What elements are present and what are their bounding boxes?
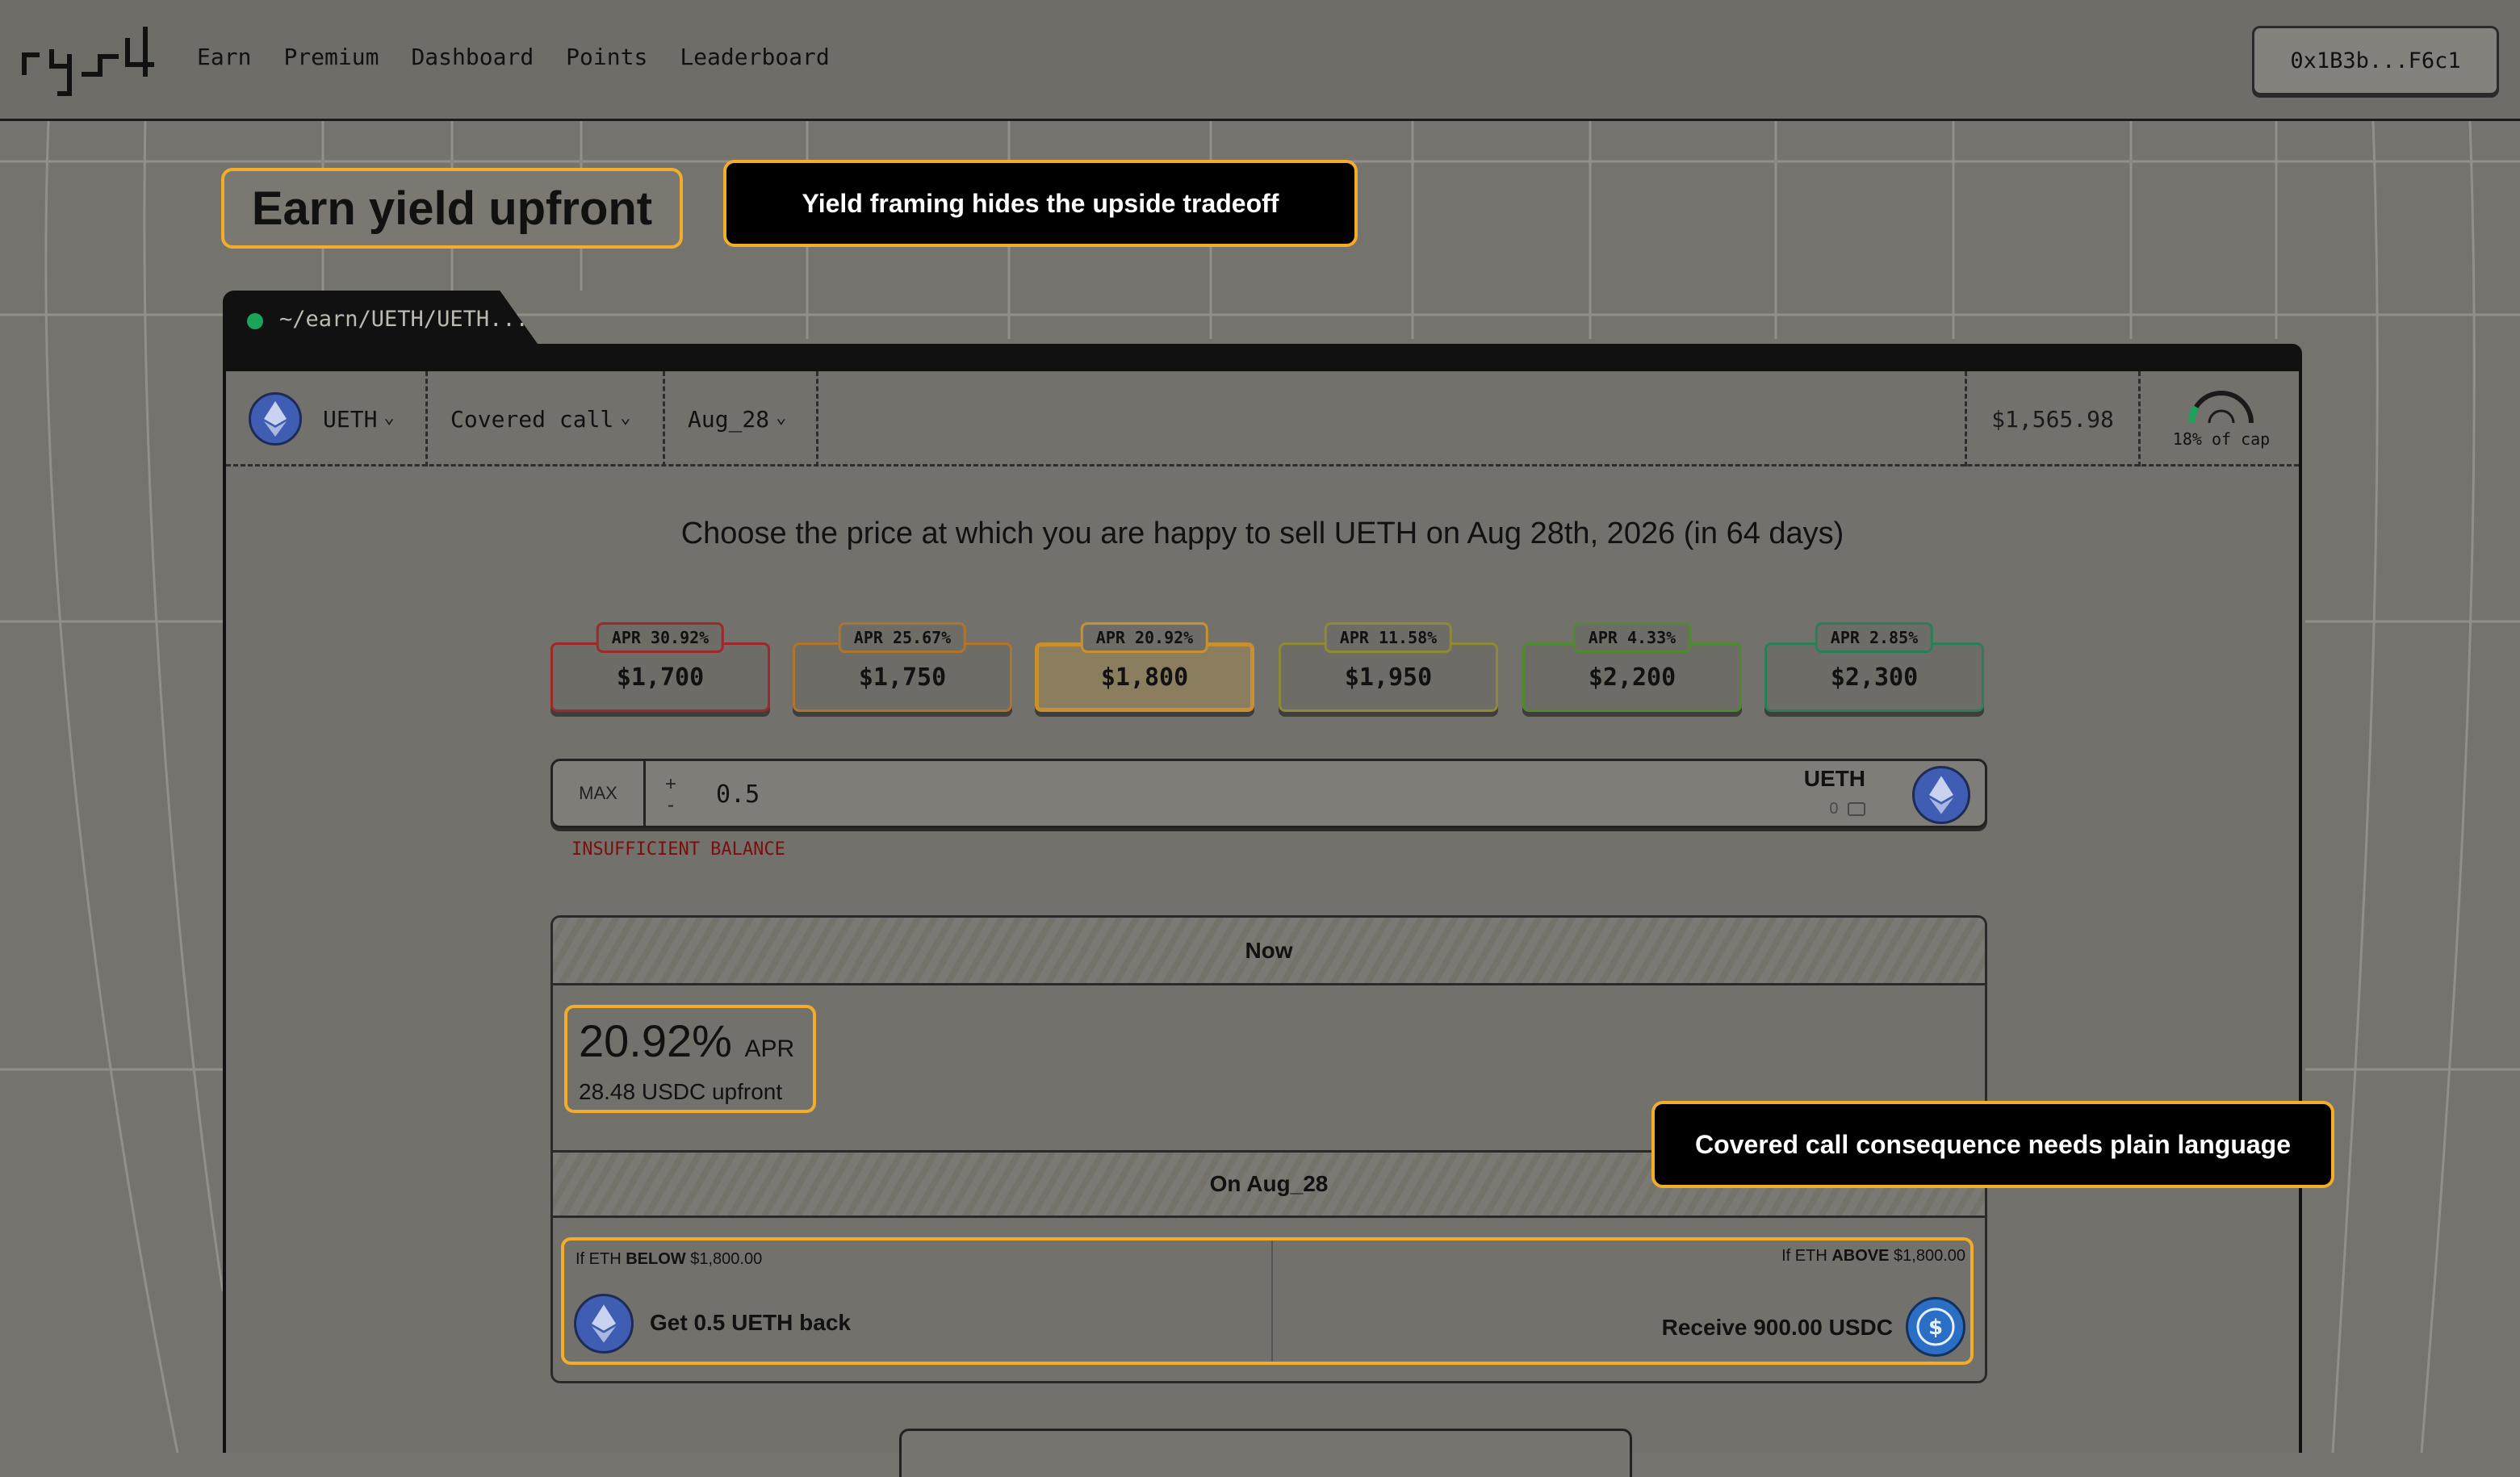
wallet-icon bbox=[1848, 802, 1865, 817]
amount-stepper: + - bbox=[661, 774, 680, 816]
strike-price: $2,300 bbox=[1830, 663, 1919, 692]
apr-highlight: 20.92% APR 28.48 USDC upfront bbox=[564, 1005, 816, 1113]
apr-tag: APR 25.67% bbox=[838, 622, 967, 653]
status-dot bbox=[247, 313, 263, 329]
apr-tag: APR 20.92% bbox=[1080, 622, 1209, 653]
annotation-yield-framing: Yield framing hides the upside tradeoff bbox=[723, 160, 1358, 247]
panel-tab[interactable]: ~/earn/UETH/UETH... bbox=[223, 291, 538, 344]
strategy-label: Covered call bbox=[450, 405, 614, 433]
earn-panel: UETH ⌄ Covered call ⌄ Aug_28 ⌄ $1,565.98… bbox=[223, 371, 2302, 1477]
amount-token: UETH bbox=[1803, 766, 1865, 791]
capacity-gauge: 18% of cap bbox=[2141, 371, 2302, 467]
strike-options: APR 30.92% $1,700 APR 25.67% $1,750 APR … bbox=[550, 622, 1987, 720]
strike-price: $1,950 bbox=[1344, 663, 1433, 692]
asset-selector[interactable]: UETH ⌄ bbox=[226, 371, 428, 467]
above-condition: If ETH ABOVE $1,800.00 bbox=[1781, 1247, 1965, 1265]
apr-tag: APR 30.92% bbox=[596, 622, 725, 653]
nav-link-earn[interactable]: Earn bbox=[197, 44, 251, 70]
apr-value: 20.92% APR bbox=[579, 1015, 795, 1066]
amount-field[interactable] bbox=[714, 776, 1686, 813]
usdc-icon: $ bbox=[1906, 1297, 1965, 1357]
strike-option-selected[interactable]: APR 20.92% $1,800 bbox=[1035, 622, 1254, 712]
below-outcome: Get 0.5 UETH back bbox=[650, 1310, 851, 1335]
eth-icon bbox=[249, 392, 302, 446]
strike-prompt: Choose the price at which you are happy … bbox=[680, 517, 1844, 550]
eth-icon bbox=[574, 1294, 634, 1354]
apr-tag: APR 4.33% bbox=[1572, 622, 1692, 653]
chevron-down-icon: ⌄ bbox=[383, 407, 395, 428]
nav-links: Earn Premium Dashboard Points Leaderboar… bbox=[197, 44, 830, 70]
top-nav: Earn Premium Dashboard Points Leaderboar… bbox=[0, 0, 2520, 121]
outcome-divider bbox=[1271, 1241, 1273, 1362]
balance-value: 0 bbox=[1829, 800, 1839, 818]
below-condition: If ETH BELOW $1,800.00 bbox=[576, 1250, 763, 1268]
selector-toolbar: UETH ⌄ Covered call ⌄ Aug_28 ⌄ $1,565.98… bbox=[226, 371, 2299, 467]
wallet-balance: 0 bbox=[1829, 800, 1865, 818]
expiry-outcomes: If ETH BELOW $1,800.00 Get 0.5 UETH back… bbox=[561, 1237, 1974, 1365]
nav-link-dashboard[interactable]: Dashboard bbox=[411, 44, 534, 70]
panel-header-bar bbox=[223, 344, 2302, 373]
expiry-label: Aug_28 bbox=[688, 405, 770, 433]
svg-text:$: $ bbox=[1928, 1316, 1943, 1340]
eth-icon bbox=[1912, 766, 1970, 824]
tab-path: ~/earn/UETH/UETH... bbox=[279, 307, 529, 332]
upfront-premium: 28.48 USDC upfront bbox=[579, 1079, 783, 1104]
wallet-button[interactable]: 0x1B3b...F6c1 bbox=[2252, 26, 2499, 95]
expiry-selector[interactable]: Aug_28 ⌄ bbox=[665, 371, 818, 467]
chevron-down-icon: ⌄ bbox=[620, 407, 631, 428]
action-button[interactable] bbox=[899, 1429, 1632, 1477]
max-button[interactable]: MAX bbox=[553, 761, 646, 826]
amount-input-row: MAX + - UETH 0 bbox=[550, 759, 1987, 828]
strike-option[interactable]: APR 4.33% $2,200 bbox=[1522, 622, 1742, 712]
strike-price: $1,700 bbox=[616, 663, 705, 692]
capacity-label: 18% of cap bbox=[2172, 429, 2271, 449]
insufficient-balance-error: INSUFFICIENT BALANCE bbox=[571, 839, 785, 860]
strike-price: $1,750 bbox=[858, 663, 947, 692]
ryskl-logo[interactable] bbox=[19, 24, 157, 100]
apr-tag: APR 2.85% bbox=[1815, 622, 1934, 653]
increment-button[interactable]: + bbox=[661, 774, 680, 795]
above-outcome: Receive 900.00 USDC bbox=[1661, 1315, 1893, 1340]
strike-option[interactable]: APR 11.58% $1,950 bbox=[1279, 622, 1498, 712]
nav-link-leaderboard[interactable]: Leaderboard bbox=[680, 44, 829, 70]
strike-option[interactable]: APR 25.67% $1,750 bbox=[793, 622, 1012, 712]
asset-label: UETH bbox=[323, 405, 378, 433]
chevron-down-icon: ⌄ bbox=[776, 407, 787, 428]
apr-tag: APR 11.58% bbox=[1324, 622, 1453, 653]
decrement-button[interactable]: - bbox=[661, 795, 680, 816]
strategy-selector[interactable]: Covered call ⌄ bbox=[428, 371, 665, 467]
strike-option[interactable]: APR 30.92% $1,700 bbox=[550, 622, 770, 712]
nav-link-points[interactable]: Points bbox=[566, 44, 647, 70]
strike-option[interactable]: APR 2.85% $2,300 bbox=[1764, 622, 1984, 712]
gauge-icon bbox=[2188, 391, 2254, 424]
annotation-covered-call: Covered call consequence needs plain lan… bbox=[1651, 1101, 2334, 1188]
now-header: Now bbox=[553, 918, 1985, 985]
spot-price: $1,565.98 bbox=[1965, 371, 2141, 467]
strike-price: $2,200 bbox=[1588, 663, 1677, 692]
strike-price: $1,800 bbox=[1100, 663, 1189, 692]
nav-link-premium[interactable]: Premium bbox=[283, 44, 379, 70]
page-title: Earn yield upfront bbox=[221, 168, 683, 249]
